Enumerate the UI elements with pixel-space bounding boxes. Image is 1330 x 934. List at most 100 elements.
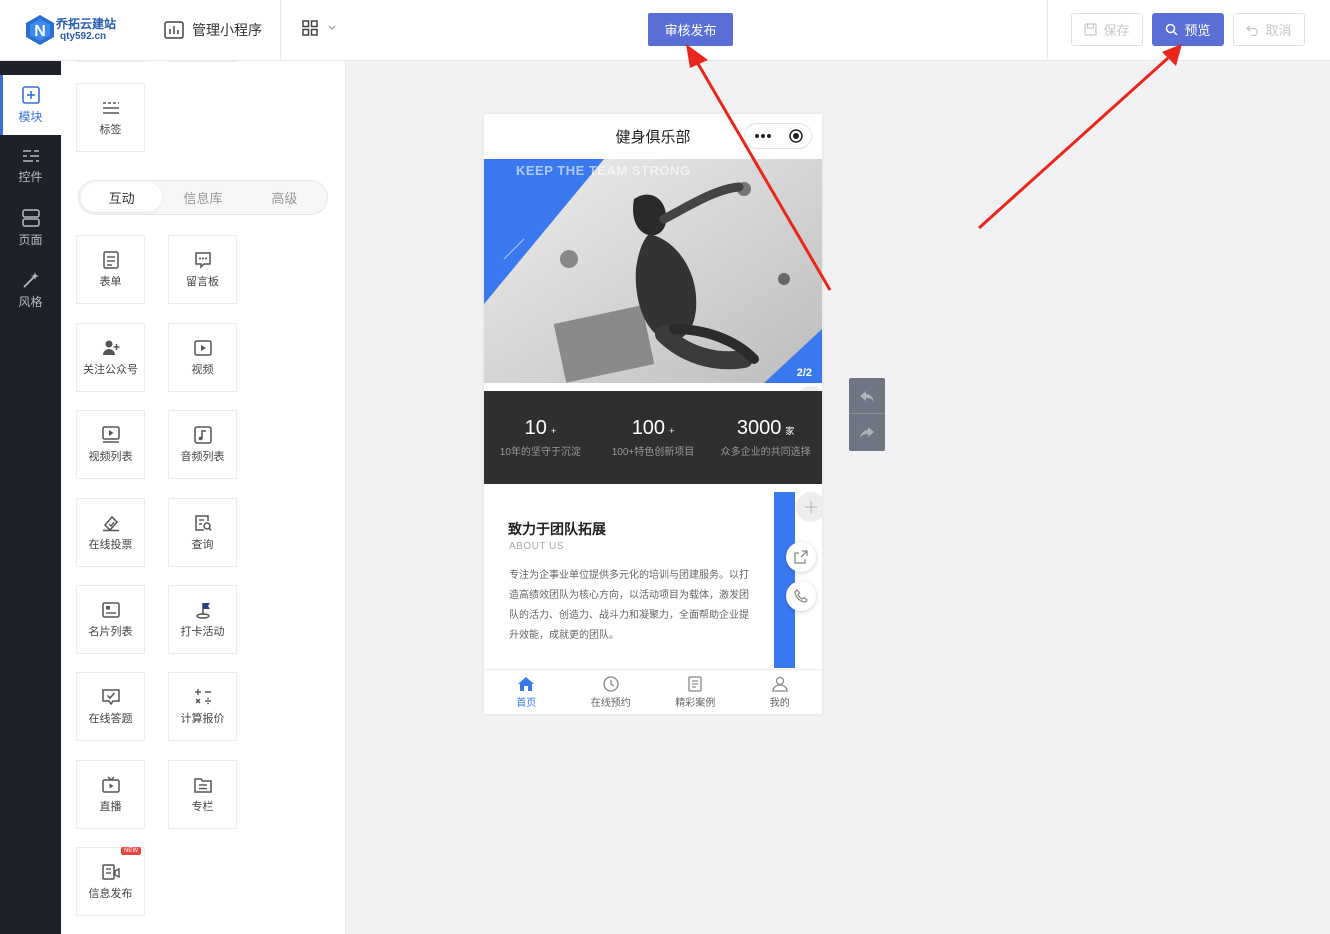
tile-label: 在线投票 bbox=[88, 538, 133, 551]
tile-label: 表单 bbox=[99, 275, 122, 288]
tile-label: 音频列表 bbox=[180, 450, 225, 463]
tab-interaction[interactable]: 互动 bbox=[81, 183, 163, 212]
module-tile[interactable] bbox=[76, 61, 145, 62]
publish-review-button[interactable]: 审核发布 bbox=[648, 13, 733, 46]
folder-list-icon bbox=[193, 777, 212, 793]
module-tile-column[interactable]: 专栏 bbox=[168, 760, 237, 829]
stats-section: 10 + 10年的坚守于沉淀 100 + 100+特色创新项目 3000 家 众多企业… bbox=[484, 391, 822, 484]
divider bbox=[1047, 0, 1048, 61]
undo-icon bbox=[1246, 25, 1259, 36]
preview-button[interactable]: 预览 bbox=[1152, 13, 1224, 46]
tv-icon bbox=[101, 776, 120, 793]
banner-image bbox=[484, 159, 822, 383]
phone-call-button[interactable] bbox=[786, 581, 816, 611]
stat-desc: 众多企业的共同选择 bbox=[720, 447, 811, 458]
module-tile-video-list[interactable]: 视频列表 bbox=[76, 410, 145, 479]
about-subtitle: ABOUT US bbox=[509, 541, 564, 552]
phone-icon bbox=[794, 589, 808, 603]
redo-button[interactable] bbox=[849, 414, 885, 450]
tabbar-item-mine[interactable]: 我的 bbox=[738, 670, 823, 714]
module-tile-audio-list[interactable]: 音频列表 bbox=[168, 410, 237, 479]
move-handle-icon[interactable] bbox=[796, 492, 822, 522]
stat-number: 100 bbox=[631, 417, 666, 439]
module-tile-online-vote[interactable]: 在线投票 bbox=[76, 498, 145, 567]
undo-arrow-icon bbox=[860, 390, 874, 402]
stat-unit: 家 bbox=[785, 426, 795, 436]
stat-unit: + bbox=[669, 426, 675, 436]
clock-icon bbox=[603, 675, 619, 692]
tabbar-label: 精彩案例 bbox=[675, 697, 716, 709]
tile-label: 视频 bbox=[191, 363, 214, 376]
sidebar-item-style[interactable]: 风格 bbox=[0, 260, 61, 320]
sidebar-item-modules[interactable]: 模块 bbox=[0, 75, 61, 135]
app-grid-button[interactable] bbox=[302, 20, 336, 36]
target-icon bbox=[788, 129, 803, 143]
module-tile-price-calculator[interactable]: 计算报价 bbox=[168, 672, 237, 741]
logo-title: 乔拓云建站 bbox=[56, 17, 117, 31]
chart-icon bbox=[164, 21, 184, 39]
video-icon bbox=[193, 339, 212, 356]
grid-icon bbox=[302, 20, 318, 36]
module-tile-message-board[interactable]: 留言板 bbox=[168, 235, 237, 304]
about-section[interactable]: 致力于团队拓展 ABOUT US 专注为企事业单位提供多元化的培训与团建服务。以… bbox=[484, 492, 822, 668]
tile-label: 留言板 bbox=[186, 275, 219, 288]
undo-button[interactable] bbox=[849, 378, 885, 414]
module-tile[interactable] bbox=[168, 61, 237, 62]
banner-slogan: KEEP THE TEAM STRONG bbox=[516, 163, 691, 178]
stat-item: 10 + 10年的坚守于沉淀 bbox=[484, 391, 597, 484]
banner-carousel[interactable]: KEEP THE TEAM STRONG 2/2 bbox=[484, 159, 822, 383]
save-icon bbox=[1084, 23, 1098, 36]
business-card-icon bbox=[101, 601, 120, 618]
query-icon bbox=[194, 514, 212, 531]
module-tile-follow-account[interactable]: 关注公众号 bbox=[76, 323, 145, 392]
module-tile-query[interactable]: 查询 bbox=[168, 498, 237, 567]
module-tile-tag[interactable]: 标签 bbox=[76, 83, 145, 152]
tile-label: 在线答题 bbox=[88, 712, 133, 725]
magic-wand-icon bbox=[22, 271, 39, 288]
home-icon bbox=[518, 676, 535, 691]
module-tile-form[interactable]: 表单 bbox=[76, 235, 145, 304]
about-title: 致力于团队拓展 bbox=[508, 521, 606, 537]
module-tile-info-publish[interactable]: NEW 信息发布 bbox=[76, 847, 145, 916]
module-tile-live[interactable]: 直播 bbox=[76, 760, 145, 829]
tile-label: 关注公众号 bbox=[83, 363, 138, 376]
more-icon bbox=[754, 134, 771, 138]
tab-advanced[interactable]: 高级 bbox=[244, 183, 325, 212]
sidebar-item-controls[interactable]: 控件 bbox=[0, 136, 61, 196]
miniprogram-capsule[interactable] bbox=[744, 123, 812, 149]
tabbar-item-home[interactable]: 首页 bbox=[484, 670, 569, 714]
sidebar-item-label: 页面 bbox=[18, 232, 43, 247]
message-board-icon bbox=[194, 251, 211, 269]
tabbar-label: 在线预约 bbox=[590, 697, 631, 709]
save-button[interactable]: 保存 bbox=[1071, 13, 1143, 46]
tabbar-item-cases[interactable]: 精彩案例 bbox=[653, 670, 738, 714]
left-sidebar: 模块 控件 页面 风格 bbox=[0, 61, 61, 934]
module-tile-card-list[interactable]: 名片列表 bbox=[76, 585, 145, 654]
module-tile-online-quiz[interactable]: 在线答题 bbox=[76, 672, 145, 741]
tab-info-library[interactable]: 信息库 bbox=[162, 183, 243, 212]
chevron-down-icon bbox=[328, 25, 336, 30]
redo-arrow-icon bbox=[860, 427, 874, 438]
share-button[interactable] bbox=[786, 542, 816, 572]
quiz-icon bbox=[101, 688, 120, 705]
sliders-icon bbox=[22, 149, 39, 162]
phone-preview: 健身俱乐部 KEEP THE TEAM STRONG 2/2 10 + 10年的… bbox=[484, 114, 822, 714]
about-body: 专注为企事业单位提供多元化的培训与团建服务。以打造高绩效团队为核心方向，以活动项… bbox=[509, 570, 749, 641]
cancel-button[interactable]: 取消 bbox=[1233, 13, 1305, 46]
sidebar-item-pages[interactable]: 页面 bbox=[0, 198, 61, 258]
tabbar-item-booking[interactable]: 在线预约 bbox=[569, 670, 654, 714]
vote-icon bbox=[102, 515, 119, 531]
form-icon bbox=[102, 250, 119, 269]
manage-miniprogram-button[interactable]: 管理小程序 bbox=[164, 20, 262, 40]
cancel-label: 取消 bbox=[1265, 23, 1292, 38]
sidebar-item-label: 控件 bbox=[18, 169, 43, 184]
pages-icon bbox=[21, 208, 40, 227]
document-icon bbox=[688, 675, 702, 692]
module-tile-video[interactable]: 视频 bbox=[168, 323, 237, 392]
carousel-indicator: 2/2 bbox=[796, 367, 812, 379]
tile-label: 计算报价 bbox=[180, 712, 225, 725]
module-tile-checkin[interactable]: 打卡活动 bbox=[168, 585, 237, 654]
stat-desc: 100+特色创新项目 bbox=[611, 447, 695, 458]
tile-label: 信息发布 bbox=[88, 887, 133, 900]
sidebar-item-label: 风格 bbox=[18, 294, 43, 309]
